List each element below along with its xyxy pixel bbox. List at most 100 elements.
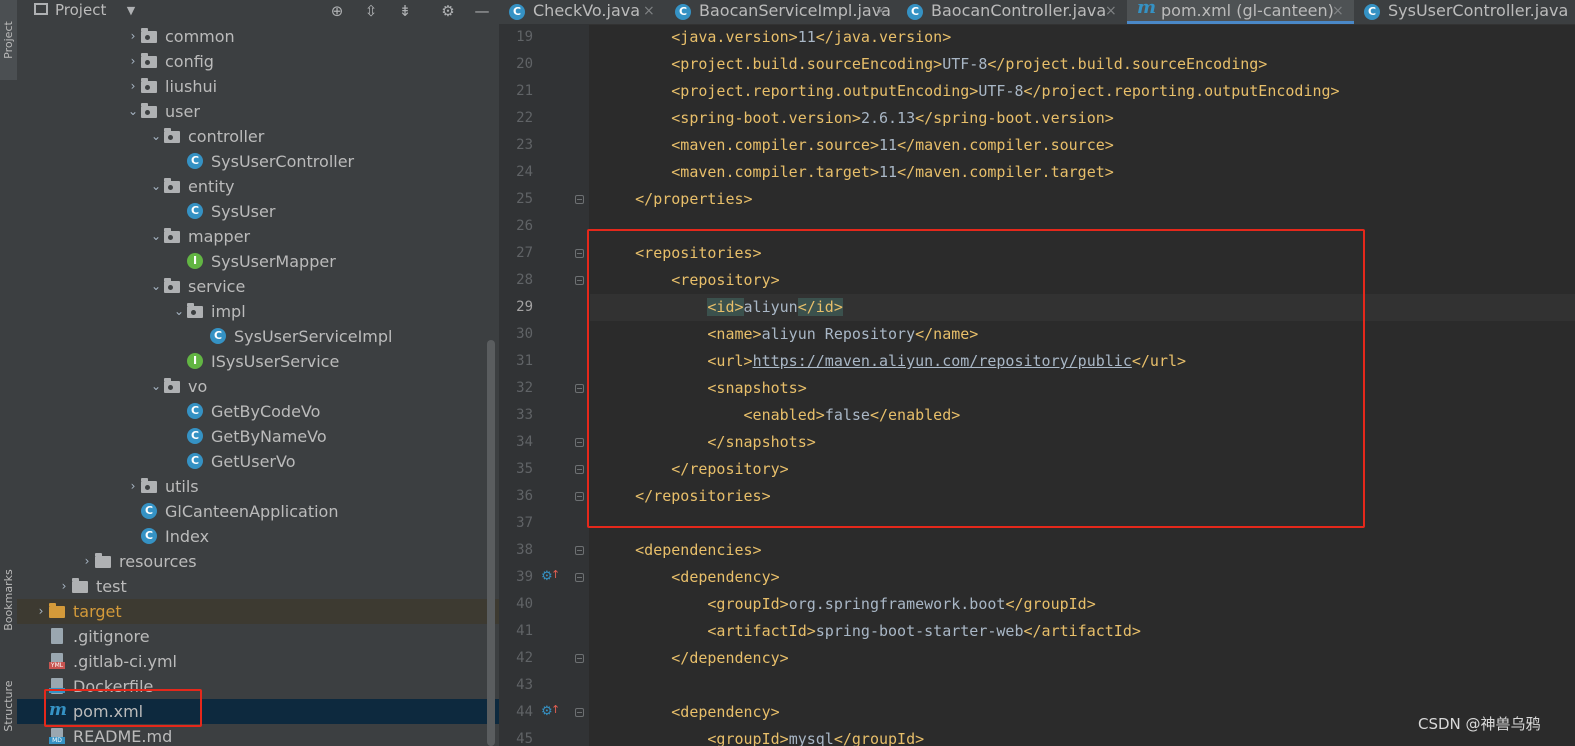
package-icon [164,128,180,144]
target-icon[interactable]: ⊕ [327,1,347,21]
tree-item-label: liushui [165,77,218,96]
fold-marker-icon[interactable] [575,492,584,501]
tree-row[interactable]: › utils [17,474,499,499]
tree-row[interactable]: ⌄ mapper [17,224,499,249]
chevron-right-icon[interactable]: › [126,74,140,99]
editor-tab[interactable]: C CheckVo.java × [499,0,665,24]
tree-item-label: README.md [73,727,173,746]
chevron-down-icon[interactable]: ⌄ [172,299,186,324]
minimize-icon[interactable]: — [472,1,492,21]
tree-row[interactable]: C GetByCodeVo [17,399,499,424]
tree-row[interactable]: › resources [17,549,499,574]
tree-row[interactable]: › config [17,49,499,74]
tab-label: CheckVo.java [533,1,641,20]
editor-tab[interactable]: C BaocanServiceImpl.java × [665,0,897,24]
tree-row[interactable]: ⌄ service [17,274,499,299]
xml-value: 11 [879,163,898,181]
xml-open-tag: <groupId> [707,595,789,613]
chevron-down-icon[interactable]: ⌄ [149,224,163,249]
tree-row[interactable]: ⌄ entity [17,174,499,199]
tree-row[interactable]: C GlCanteenApplication [17,499,499,524]
tree-row[interactable]: .gitlab-ci.yml [17,649,499,674]
tree-row[interactable]: › liushui [17,74,499,99]
tree-row[interactable]: › test [17,574,499,599]
project-tool-button[interactable]: Project [0,0,17,80]
tree-row[interactable]: C Index [17,524,499,549]
close-icon[interactable]: × [1105,0,1117,22]
fold-marker-icon[interactable] [575,573,584,582]
chevron-down-icon[interactable]: ▼ [121,1,141,21]
tree-row[interactable]: › target [17,599,499,624]
tree-row[interactable]: ⌄ impl [17,299,499,324]
project-scrollbar[interactable] [487,340,495,746]
chevron-down-icon[interactable]: ⌄ [149,174,163,199]
line-number: 26 [516,218,533,234]
class-icon: C [675,4,691,20]
chevron-down-icon[interactable]: ⌄ [149,274,163,299]
tree-row[interactable]: I SysUserMapper [17,249,499,274]
chevron-right-icon[interactable]: › [34,599,48,624]
expand-all-icon[interactable]: ⇳ [361,1,381,21]
fold-marker-icon[interactable] [575,546,584,555]
editor-tab[interactable]: C SysUserController.java [1354,0,1575,24]
fold-marker-icon[interactable] [575,276,584,285]
xml-close-tag: </properties> [635,190,753,208]
tree-row[interactable]: C GetUserVo [17,449,499,474]
close-icon[interactable]: × [1332,0,1344,22]
xml-close-tag: </groupId> [1005,595,1096,613]
class-icon: C [187,428,203,444]
chevron-right-icon[interactable]: › [57,574,71,599]
package-folder-icon [164,278,180,293]
chevron-down-icon[interactable]: ⌄ [126,99,140,124]
project-panel: Project ▼ ⊕ ⇳ ⇟ ⚙ — › common › config › liush… [17,0,499,746]
tree-row[interactable]: ⌄ vo [17,374,499,399]
line-number: 20 [516,56,533,72]
tree-row[interactable]: C SysUserServiceImpl [17,324,499,349]
xml-close-tag: </project.build.sourceEncoding> [987,55,1268,73]
gear-icon[interactable]: ⚙ [438,1,458,21]
tree-row[interactable]: C SysUser [17,199,499,224]
tree-row[interactable]: C GetByNameVo [17,424,499,449]
fold-marker-icon[interactable] [575,708,584,717]
close-icon[interactable]: × [643,0,655,22]
chevron-down-icon[interactable]: ⌄ [149,124,163,149]
chevron-down-icon[interactable]: ⌄ [149,374,163,399]
editor-tab[interactable]: C BaocanController.java × [897,0,1127,24]
line-number: 34 [516,434,533,450]
close-icon[interactable]: × [875,0,887,22]
tree-row[interactable]: I ISysUserService [17,349,499,374]
xml-open-tag: <dependencies> [635,541,762,559]
fold-marker-icon[interactable] [575,384,584,393]
override-marker-icon[interactable]: ⚙ ↑ [541,703,560,721]
tree-row[interactable]: C SysUserController [17,149,499,174]
class-icon: C [187,403,203,419]
fold-marker-icon[interactable] [575,465,584,474]
tree-item-label: service [188,277,246,296]
tree-item-label: GetByNameVo [211,427,327,446]
editor-tab[interactable]: m pom.xml (gl-canteen) × [1127,0,1354,24]
fold-marker-icon[interactable] [575,249,584,258]
chevron-right-icon[interactable]: › [126,474,140,499]
tree-row[interactable]: › common [17,24,499,49]
tree-row[interactable]: README.md [17,724,499,746]
tree-item-label: .gitlab-ci.yml [73,652,177,671]
fold-marker-icon[interactable] [575,195,584,204]
chevron-right-icon[interactable]: › [126,24,140,49]
class-icon: C [187,203,203,219]
tree-row[interactable]: ⌄ user [17,99,499,124]
xml-open-tag: <project.reporting.outputEncoding> [671,82,979,100]
xml-value: mysql [788,730,834,746]
bookmarks-tool-button[interactable]: Bookmarks [0,560,17,640]
xml-open-tag: <dependency> [671,568,780,586]
collapse-all-icon[interactable]: ⇟ [395,1,415,21]
project-panel-title[interactable]: Project [55,0,106,20]
fold-marker-icon[interactable] [575,654,584,663]
override-marker-icon[interactable]: ⚙ ↑ [541,568,560,586]
chevron-right-icon[interactable]: › [80,549,94,574]
line-number: 36 [516,488,533,504]
chevron-right-icon[interactable]: › [126,49,140,74]
tree-row[interactable]: ⌄ controller [17,124,499,149]
structure-tool-button[interactable]: Structure [0,666,17,746]
tree-row[interactable]: .gitignore [17,624,499,649]
fold-marker-icon[interactable] [575,438,584,447]
